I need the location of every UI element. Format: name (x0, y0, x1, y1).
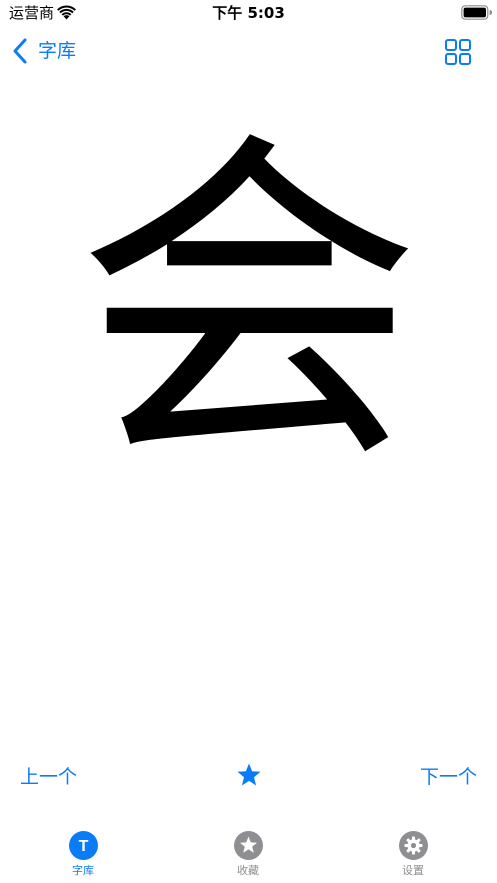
font-icon: T (68, 831, 98, 860)
tab-label-settings: 设置 (402, 864, 424, 877)
gear-icon (398, 831, 428, 860)
battery-icon (461, 5, 492, 20)
chevron-left-icon (13, 38, 27, 64)
action-row: 上一个 下一个 (0, 758, 497, 794)
favorite-star-icon[interactable] (236, 762, 262, 788)
tab-bar: T 字库 收藏 设置 (0, 820, 497, 883)
character-display: 会 (0, 90, 497, 520)
status-bar: 运营商 下午 5:03 (0, 0, 497, 26)
next-button[interactable]: 下一个 (420, 762, 477, 789)
star-icon (233, 831, 263, 860)
back-button-label: 字库 (38, 40, 77, 62)
character-glyph: 会 (76, 104, 421, 506)
tab-label-library: 字库 (72, 864, 94, 877)
previous-button[interactable]: 上一个 (20, 762, 77, 789)
navigation-bar: 字库 (0, 26, 497, 76)
tab-label-favorites: 收藏 (237, 864, 259, 877)
tab-favorites[interactable]: 收藏 (203, 831, 293, 881)
back-button[interactable]: 字库 (12, 36, 76, 66)
tab-library[interactable]: T 字库 (38, 831, 128, 881)
tab-settings[interactable]: 设置 (368, 831, 458, 881)
grid-icon[interactable] (444, 38, 472, 66)
font-icon-letter: T (78, 838, 88, 855)
status-time: 下午 5:03 (212, 4, 285, 22)
